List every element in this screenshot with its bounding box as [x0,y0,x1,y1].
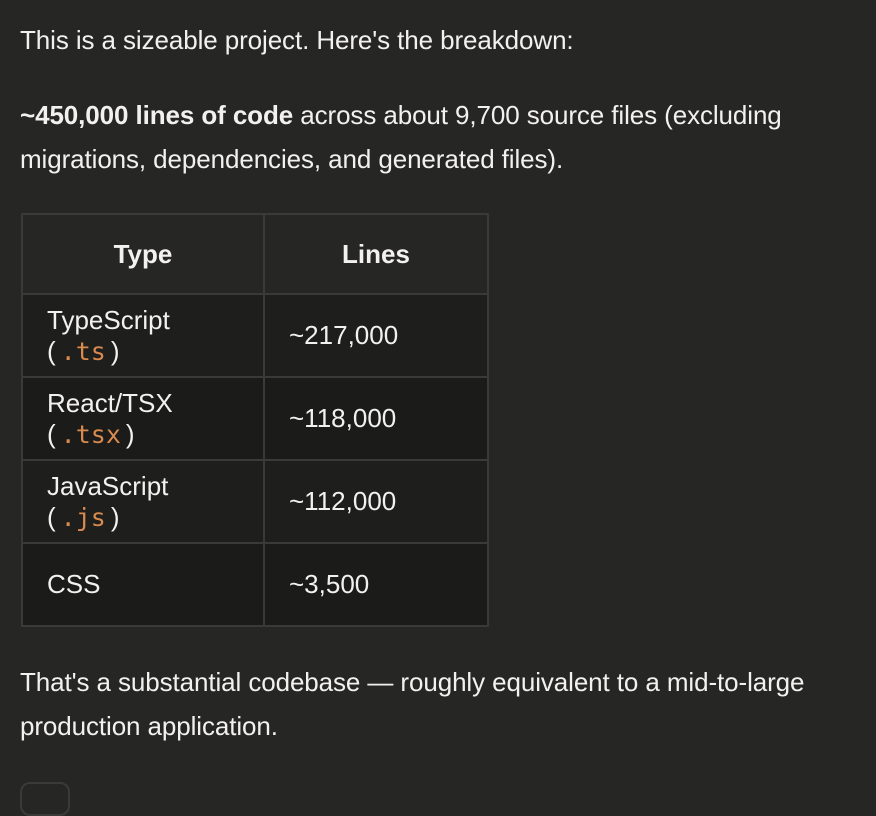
header-type: Type [21,213,265,295]
conclusion-text: That's a substantial codebase — roughly … [20,667,805,741]
row-extension-code: .tsx [60,419,121,449]
copy-button[interactable] [20,782,70,816]
row-type-label: TypeScript [47,304,170,335]
table-header-row: Type Lines [21,213,489,295]
message-content: This is a sizeable project. Here's the b… [20,18,860,748]
table-row: CSS ~3,500 [21,542,489,627]
summary-bold: ~450,000 lines of code [20,100,294,130]
header-lines: Lines [263,213,489,295]
table-row: React/TSX (.tsx) ~118,000 [21,376,489,461]
row-lines-cell: ~3,500 [263,542,489,627]
table-row: JavaScript (.js) ~112,000 [21,459,489,544]
table-row: TypeScript (.ts) ~217,000 [21,293,489,378]
row-type-label: React/TSX [47,387,173,418]
row-lines-cell: ~118,000 [263,376,489,461]
row-type-cell: CSS [21,542,265,627]
row-extension-code: .ts [60,336,106,366]
row-type-cell: JavaScript (.js) [21,459,265,544]
row-lines-cell: ~112,000 [263,459,489,544]
row-type-cell: React/TSX (.tsx) [21,376,265,461]
row-lines-cell: ~217,000 [263,293,489,378]
row-extension-code: .js [60,502,106,532]
row-type-label: JavaScript [47,470,169,501]
row-type-cell: TypeScript (.ts) [21,293,265,378]
summary-text: ~450,000 lines of code across about 9,70… [20,93,860,181]
lines-table: Type Lines TypeScript (.ts) ~217,000 Rea… [21,213,489,627]
row-type-label: CSS [47,569,101,599]
intro-text: This is a sizeable project. Here's the b… [20,25,574,55]
